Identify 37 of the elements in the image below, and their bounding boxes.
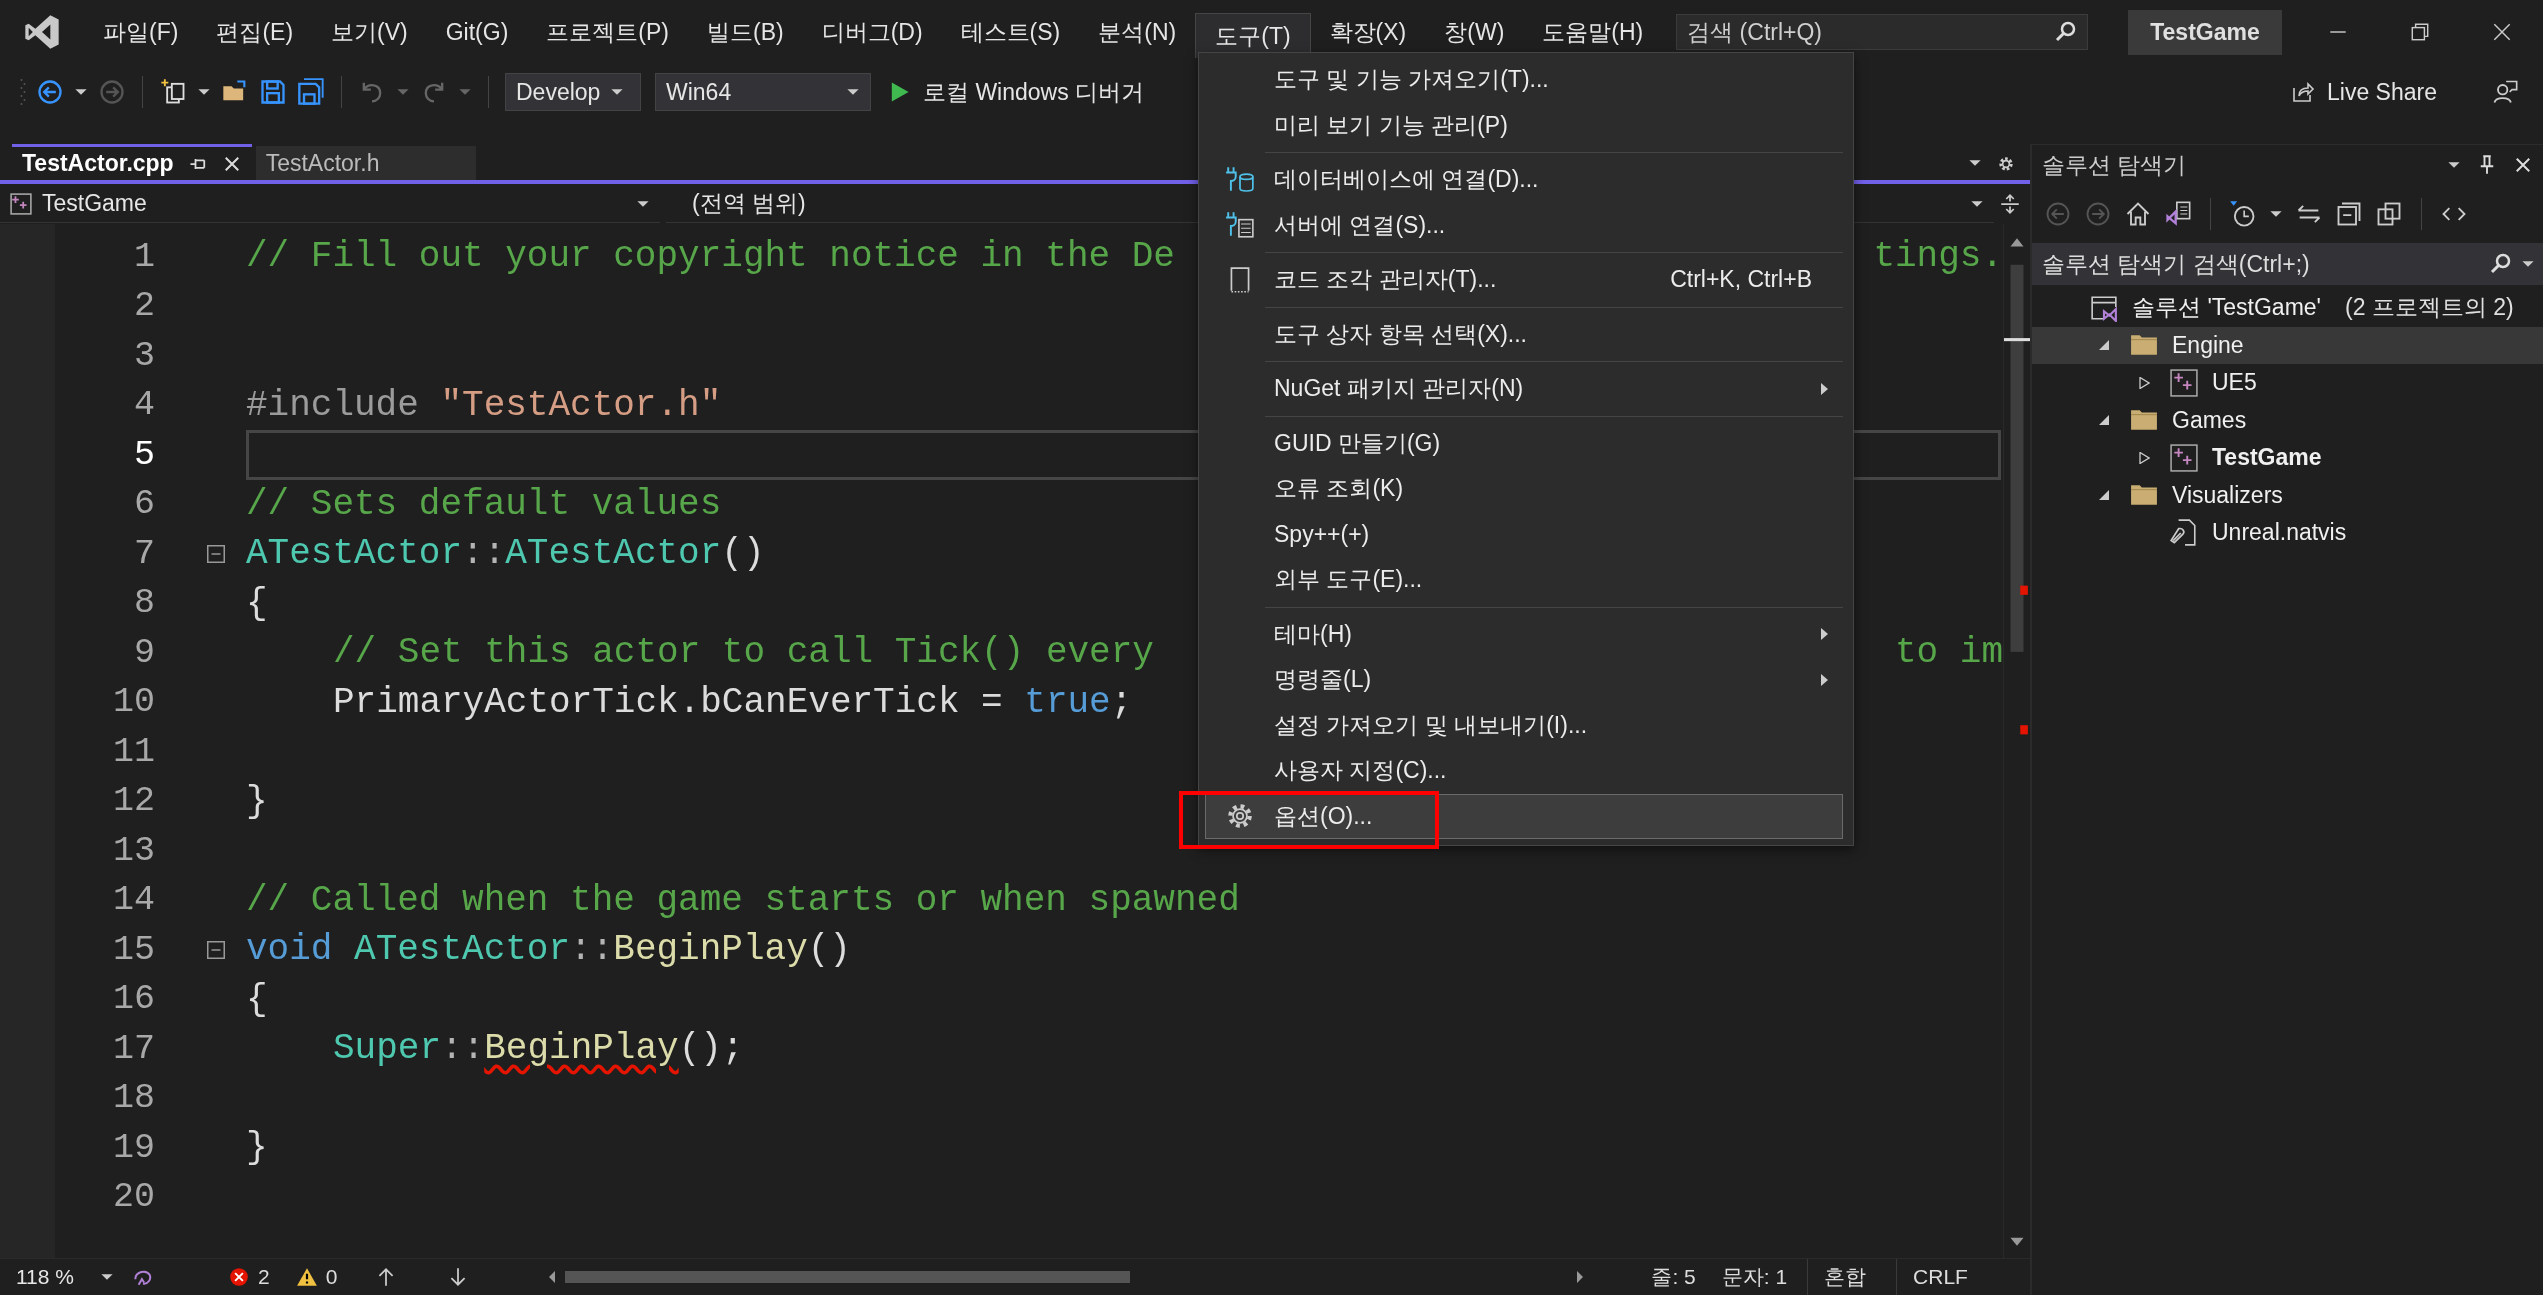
code-line: // Called when the game starts or when spawned: [246, 879, 1240, 921]
line-number: 16: [112, 979, 156, 1020]
code-line: // Fill out your copyright notice in the De: [246, 236, 1175, 278]
line-number: 7: [133, 533, 156, 574]
line-number: 2: [133, 286, 156, 327]
line-number: 18: [112, 1078, 156, 1119]
panel-title: 솔루션 탐색기: [2042, 150, 2187, 180]
line-number: 19: [112, 1127, 156, 1168]
line-number: 14: [112, 880, 156, 921]
line-number: 10: [112, 682, 156, 723]
line-number: 20: [112, 1177, 156, 1218]
line-number: 8: [133, 583, 156, 624]
line-number: 3: [133, 335, 156, 376]
code-line-fragment: tings.: [1873, 236, 2003, 278]
line-number: 12: [112, 781, 156, 822]
code-line: // Sets default values: [246, 483, 722, 525]
line-number: 11: [112, 731, 156, 772]
code-line: Super::BeginPlay();: [332, 1028, 744, 1070]
line-number: 4: [133, 385, 156, 426]
code-line: }: [246, 1127, 268, 1169]
code-line: // Set this actor to call Tick() every: [332, 632, 1154, 674]
code-line: #include "TestActor.h": [246, 384, 722, 426]
line-number: 15: [112, 929, 156, 970]
code-line: void ATestActor::BeginPlay(): [246, 929, 851, 971]
line-number: 9: [133, 632, 156, 673]
solution-name-badge: TestGame: [2128, 9, 2282, 55]
code-line-fragment: to im: [1894, 632, 2003, 674]
code-line: ATestActor::ATestActor(): [246, 533, 765, 575]
line-number: 13: [112, 830, 156, 871]
code-line: PrimaryActorTick.bCanEverTick = true;: [332, 681, 1133, 723]
line-number: 1: [133, 236, 156, 277]
line-number: 17: [112, 1028, 156, 1069]
line-number: 5: [133, 434, 156, 475]
code-line: {: [246, 582, 268, 624]
code-line: }: [246, 780, 268, 822]
code-line: {: [246, 978, 268, 1020]
line-number: 6: [133, 484, 156, 525]
